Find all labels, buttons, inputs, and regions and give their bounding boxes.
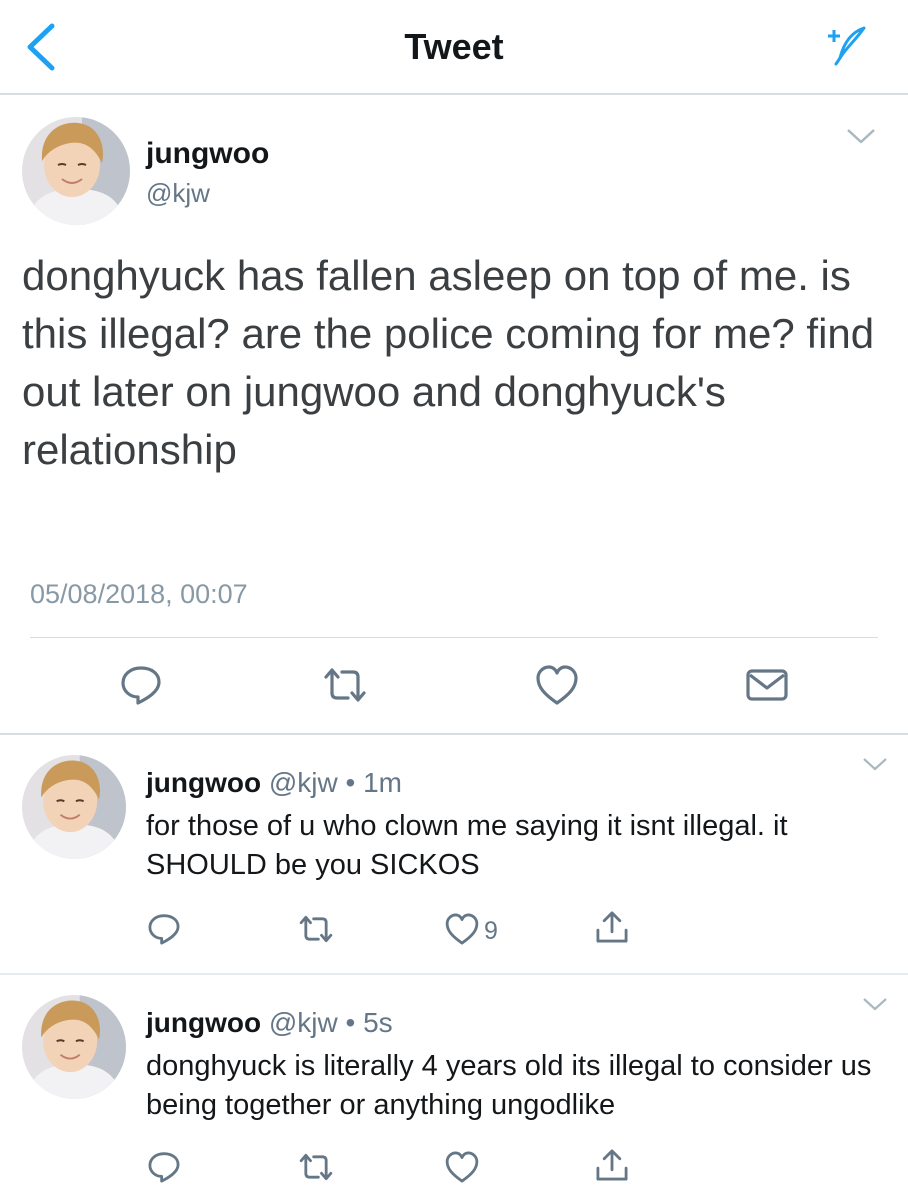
- compose-tweet-icon[interactable]: [820, 24, 870, 66]
- avatar[interactable]: [22, 995, 126, 1099]
- tweet-text: donghyuck has fallen asleep on top of me…: [22, 252, 875, 473]
- reply-header: jungwoo @kjw • 1m: [146, 767, 402, 799]
- reply-text: for those of u who clown me saying it is…: [146, 810, 788, 881]
- chevron-down-icon[interactable]: [862, 757, 888, 771]
- reply-icon[interactable]: [118, 663, 164, 707]
- page-title: Tweet: [404, 26, 504, 67]
- chevron-down-icon[interactable]: [862, 997, 888, 1011]
- like-count: 9: [484, 917, 498, 945]
- like-icon[interactable]: [534, 663, 580, 707]
- retweet-icon[interactable]: [322, 663, 368, 707]
- reply-tweet[interactable]: jungwoo @kjw • 1m for those of u who clo…: [0, 735, 908, 975]
- author-meta: @kjw • 1m: [268, 767, 402, 798]
- reply-icon[interactable]: [146, 1149, 182, 1185]
- like-icon[interactable]: [444, 911, 480, 947]
- tweet-timestamp: 05/08/2018, 00:07: [30, 579, 248, 609]
- reply-icon[interactable]: [146, 911, 182, 947]
- nav-bar: Tweet: [0, 0, 908, 95]
- share-icon[interactable]: [594, 909, 630, 945]
- divider: [30, 637, 878, 638]
- avatar[interactable]: [22, 117, 130, 225]
- like-icon[interactable]: [444, 1149, 480, 1185]
- direct-message-icon[interactable]: [744, 663, 790, 707]
- reply-header: jungwoo @kjw • 5s: [146, 1007, 393, 1039]
- author-name[interactable]: jungwoo: [146, 767, 261, 798]
- share-icon[interactable]: [594, 1147, 630, 1183]
- main-tweet: jungwoo @kjw donghyuck has fallen asleep…: [0, 95, 908, 735]
- avatar[interactable]: [22, 755, 126, 859]
- chevron-down-icon[interactable]: [846, 127, 876, 145]
- retweet-icon[interactable]: [298, 1149, 334, 1185]
- reply-tweet[interactable]: jungwoo @kjw • 5s donghyuck is literally…: [0, 975, 908, 1200]
- author-name[interactable]: jungwoo: [146, 1007, 261, 1038]
- author-meta: @kjw • 5s: [268, 1007, 393, 1038]
- author-name[interactable]: jungwoo: [146, 137, 269, 171]
- author-handle[interactable]: @kjw: [146, 178, 210, 209]
- retweet-icon[interactable]: [298, 911, 334, 947]
- reply-text: donghyuck is literally 4 years old its i…: [146, 1050, 872, 1121]
